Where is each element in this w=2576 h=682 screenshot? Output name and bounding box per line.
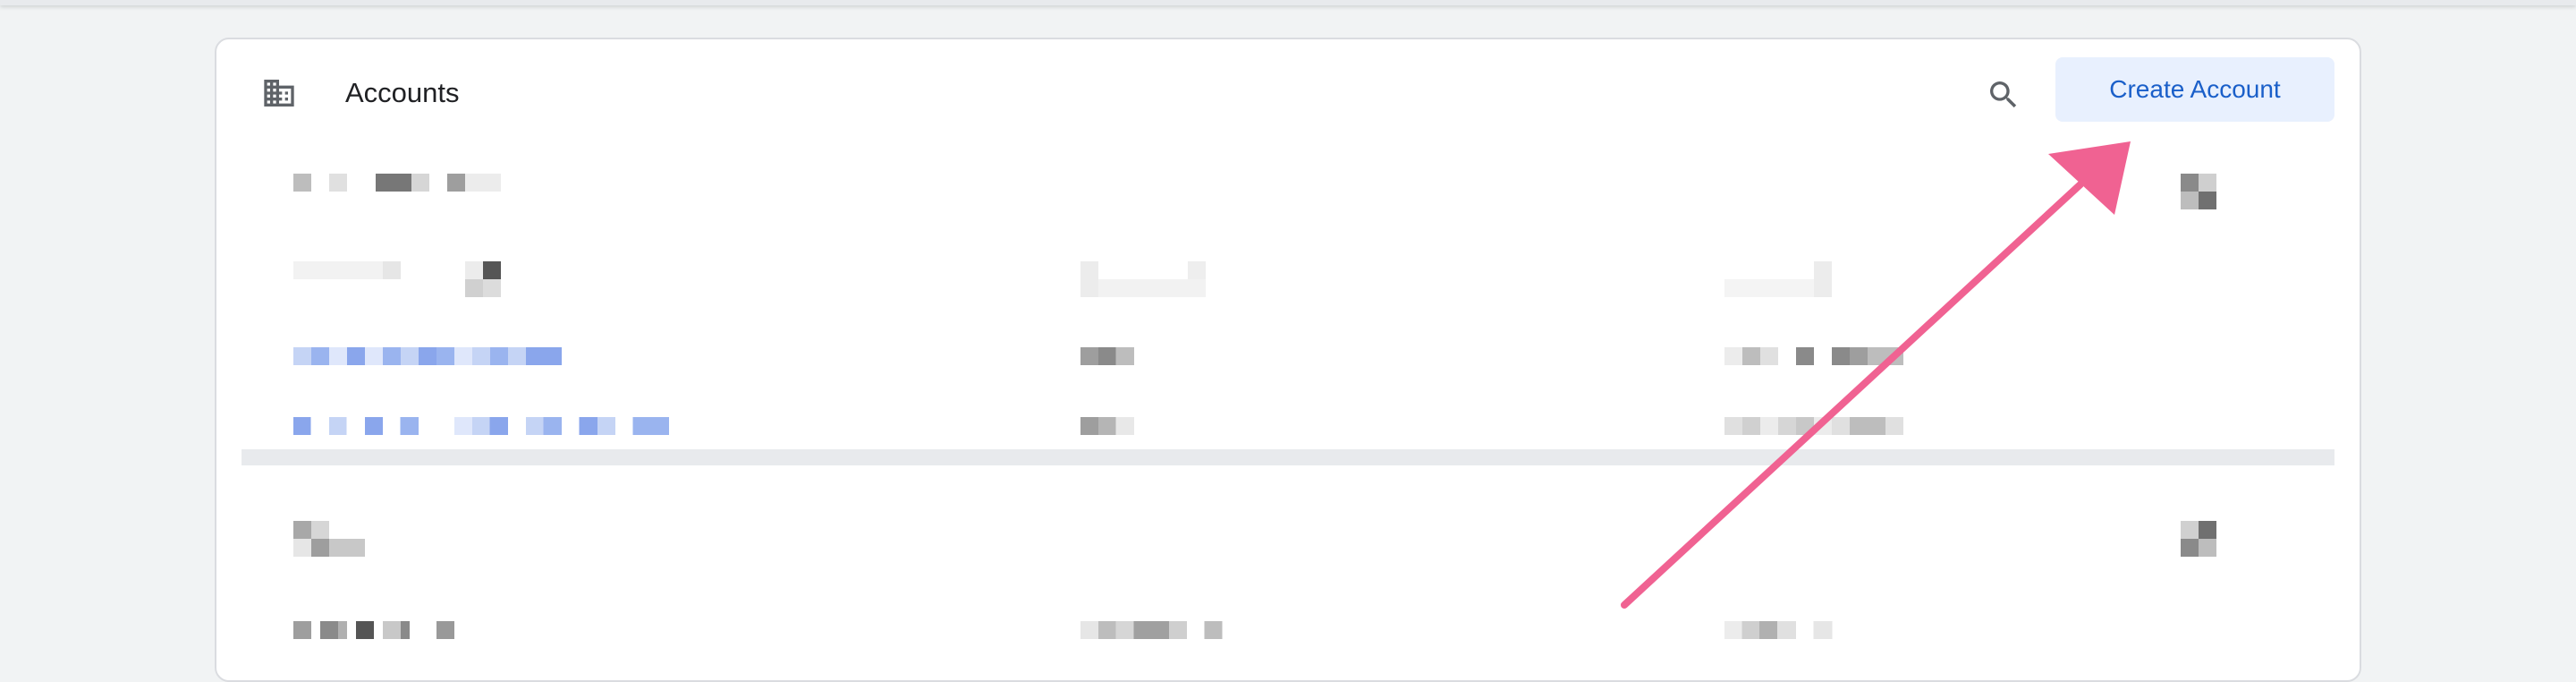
redacted-row bbox=[376, 174, 411, 192]
redacted-row bbox=[293, 417, 669, 435]
redacted-row bbox=[1724, 621, 1850, 639]
redacted-row bbox=[465, 174, 501, 192]
app-top-bar bbox=[0, 0, 2576, 5]
page-title: Accounts bbox=[345, 77, 460, 108]
redacted-row bbox=[2199, 174, 2216, 192]
redacted-row bbox=[1814, 261, 1832, 297]
group-divider bbox=[242, 449, 2334, 465]
redacted-row bbox=[383, 261, 401, 279]
redacted-row bbox=[411, 174, 429, 192]
redacted-row bbox=[1724, 417, 1903, 435]
create-account-button[interactable]: Create Account bbox=[2055, 57, 2334, 122]
redacted-row bbox=[293, 621, 490, 639]
redacted-row bbox=[447, 174, 465, 192]
redacted-row bbox=[1724, 347, 1903, 365]
redacted-row bbox=[293, 539, 311, 557]
redacted-row bbox=[1098, 279, 1206, 297]
redacted-row bbox=[311, 521, 329, 539]
redacted-row bbox=[2199, 521, 2216, 539]
redacted-row bbox=[1080, 621, 1241, 639]
accounts-header: Accounts Create Account bbox=[216, 39, 2360, 147]
redacted-row bbox=[2199, 539, 2216, 557]
redacted-row bbox=[2181, 521, 2199, 539]
redacted-row bbox=[1080, 347, 1134, 365]
redacted-row bbox=[311, 539, 329, 557]
redacted-row bbox=[293, 521, 311, 539]
redacted-row bbox=[2181, 174, 2199, 192]
redacted-row bbox=[2199, 192, 2216, 209]
search-icon bbox=[1990, 81, 2017, 108]
redacted-row bbox=[329, 539, 365, 557]
redacted-row bbox=[1080, 261, 1098, 297]
redacted-row bbox=[465, 261, 483, 279]
redacted-row bbox=[483, 261, 501, 279]
redacted-row bbox=[1724, 279, 1814, 297]
search-button[interactable] bbox=[1980, 72, 2027, 118]
redacted-row bbox=[1080, 417, 1134, 435]
redacted-row bbox=[2181, 192, 2199, 209]
redacted-row bbox=[293, 347, 562, 365]
redacted-row bbox=[293, 261, 383, 279]
building-icon bbox=[264, 80, 294, 107]
redacted-row bbox=[465, 279, 483, 297]
redacted-row bbox=[1188, 261, 1206, 279]
redacted-row bbox=[329, 174, 347, 192]
redacted-row bbox=[293, 174, 311, 192]
accounts-card: Accounts Create Account bbox=[215, 38, 2361, 682]
redacted-row bbox=[483, 279, 501, 297]
redacted-row bbox=[2181, 539, 2199, 557]
